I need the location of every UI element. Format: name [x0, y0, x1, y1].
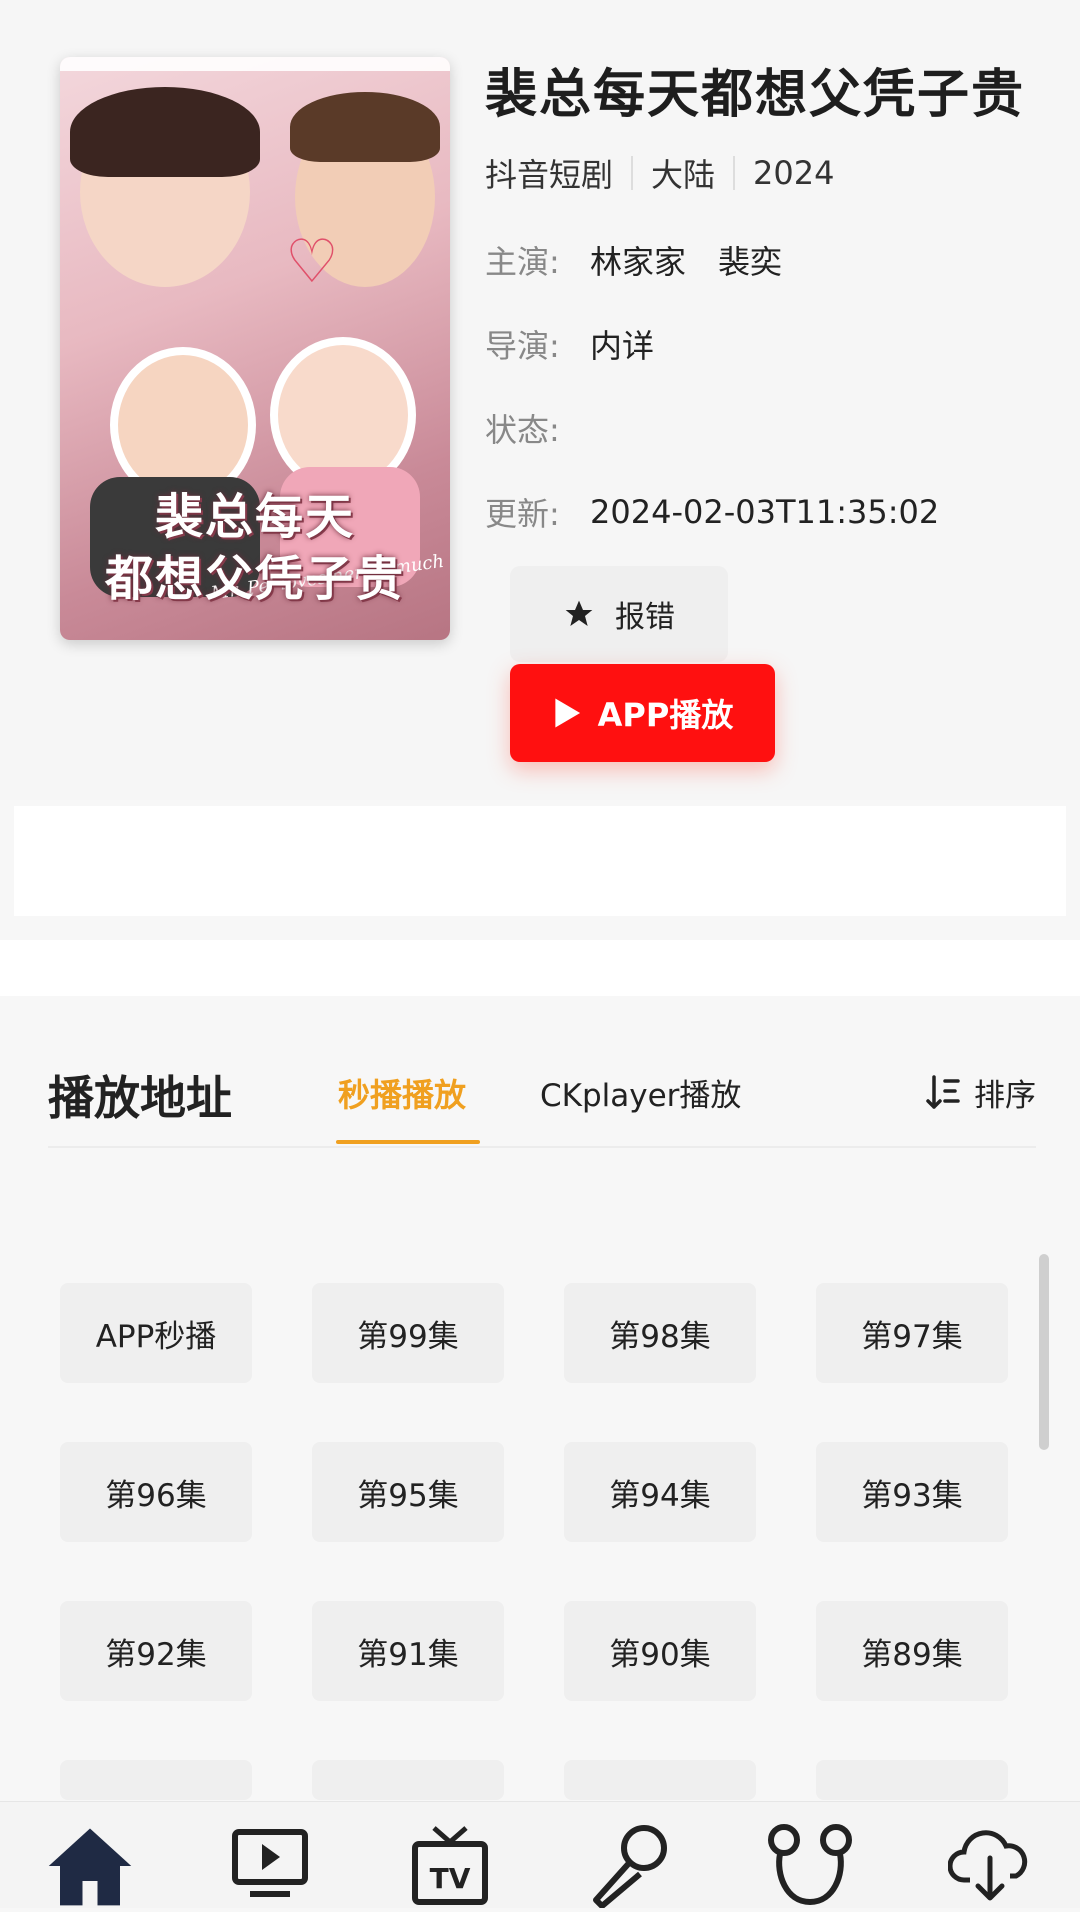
- update-row: 更新: 2024-02-03T11:35:02: [485, 492, 1045, 533]
- episode-button[interactable]: 第95集: [312, 1442, 504, 1542]
- sort-button[interactable]: 排序: [926, 1070, 1036, 1115]
- microphone-icon: [593, 1825, 667, 1908]
- director-row: 导演: 内详: [485, 324, 1045, 365]
- scrollbar[interactable]: [1039, 1254, 1049, 1450]
- poster-title: 裴总每天 都想父凭子贵: [60, 486, 450, 610]
- nav-variety[interactable]: [585, 1822, 675, 1912]
- detail-section: ♡ Mr. Pei loves her so much 裴总每天 都想父凭子贵 …: [0, 0, 1080, 800]
- episode-button[interactable]: 第97集: [816, 1283, 1008, 1383]
- nav-download[interactable]: [945, 1822, 1035, 1912]
- drama-title: 裴总每天都想父凭子贵: [485, 65, 1026, 125]
- episode-button[interactable]: 第89集: [816, 1601, 1008, 1701]
- nav-cartoon[interactable]: [765, 1822, 855, 1912]
- home-icon: [48, 1828, 132, 1906]
- download-icon: [948, 1830, 1028, 1901]
- update-label: 更新:: [485, 495, 560, 533]
- director-value: 内详: [590, 327, 655, 365]
- episode-button[interactable]: 第98集: [564, 1283, 756, 1383]
- tab-ckplayer[interactable]: CKplayer播放: [540, 1070, 741, 1115]
- poster-image: ♡ Mr. Pei loves her so much 裴总每天 都想父凭子贵: [60, 57, 450, 640]
- episode-button[interactable]: 第93集: [816, 1442, 1008, 1542]
- episode-button[interactable]: 第99集: [312, 1283, 504, 1383]
- cast-label: 主演:: [485, 243, 560, 281]
- episode-button[interactable]: 第94集: [564, 1442, 756, 1542]
- episode-button-partial[interactable]: [60, 1760, 252, 1800]
- nav-tv[interactable]: TV: [405, 1822, 495, 1912]
- drama-region[interactable]: 大陆: [651, 150, 715, 196]
- episode-button-partial[interactable]: [312, 1760, 504, 1800]
- status-label: 状态:: [485, 411, 560, 449]
- sort-label: 排序: [974, 1078, 1036, 1114]
- episode-button-partial[interactable]: [564, 1760, 756, 1800]
- star-icon: [565, 600, 593, 626]
- svg-text:TV: TV: [430, 1862, 471, 1895]
- episode-button[interactable]: 第90集: [564, 1601, 756, 1701]
- episode-button[interactable]: 第96集: [60, 1442, 252, 1542]
- drama-type[interactable]: 抖音短剧: [485, 150, 613, 196]
- cartoon-icon: [768, 1824, 852, 1906]
- play-icon: [555, 698, 580, 728]
- ad-placeholder: [14, 806, 1066, 916]
- movie-icon: [232, 1829, 308, 1897]
- active-tab-underline: [336, 1140, 480, 1144]
- poster-title-line2: 都想父凭子贵: [104, 551, 405, 607]
- status-row: 状态:: [485, 408, 1045, 449]
- playlist-heading: 播放地址: [48, 1071, 232, 1125]
- episode-button[interactable]: APP秒播: [60, 1283, 252, 1383]
- bottom-nav: TV: [0, 1801, 1080, 1908]
- poster-hair-woman: [70, 87, 260, 177]
- episode-button[interactable]: 第92集: [60, 1601, 252, 1701]
- meta-divider: [631, 156, 634, 190]
- drama-year[interactable]: 2024: [753, 154, 834, 192]
- section-divider: [0, 940, 1080, 996]
- poster-torn-edge: [60, 57, 450, 71]
- cast-row: 主演: 林家家 裴奕: [485, 237, 1045, 283]
- playlist-header: 播放地址 秒播播放 CKplayer播放 排序: [48, 1040, 1036, 1148]
- app-play-button-label: APP播放: [597, 696, 734, 734]
- meta-divider: [733, 156, 736, 190]
- episode-button[interactable]: 第91集: [312, 1601, 504, 1701]
- update-value: 2024-02-03T11:35:02: [590, 493, 940, 531]
- cast-value[interactable]: 林家家 裴奕: [590, 237, 782, 283]
- tab-miaobo[interactable]: 秒播播放: [338, 1070, 466, 1116]
- info-panel: 裴总每天都想父凭子贵 抖音短剧 大陆 2024 主演: 林家家 裴奕 导演: 内…: [485, 60, 1045, 533]
- poster-hair-man: [290, 92, 440, 162]
- meta-line: 抖音短剧 大陆 2024: [485, 150, 1045, 196]
- episode-button-partial[interactable]: [816, 1760, 1008, 1800]
- tv-icon: TV: [412, 1826, 488, 1905]
- app-play-button[interactable]: APP播放: [510, 664, 775, 762]
- report-button[interactable]: 报错: [510, 566, 728, 662]
- sort-icon: [926, 1074, 960, 1109]
- nav-home[interactable]: [45, 1822, 135, 1912]
- poster-title-line1: 裴总每天: [154, 489, 355, 545]
- director-label: 导演:: [485, 327, 560, 365]
- heart-icon: ♡: [285, 227, 339, 297]
- report-button-label: 报错: [615, 600, 675, 635]
- nav-movie[interactable]: [225, 1822, 315, 1912]
